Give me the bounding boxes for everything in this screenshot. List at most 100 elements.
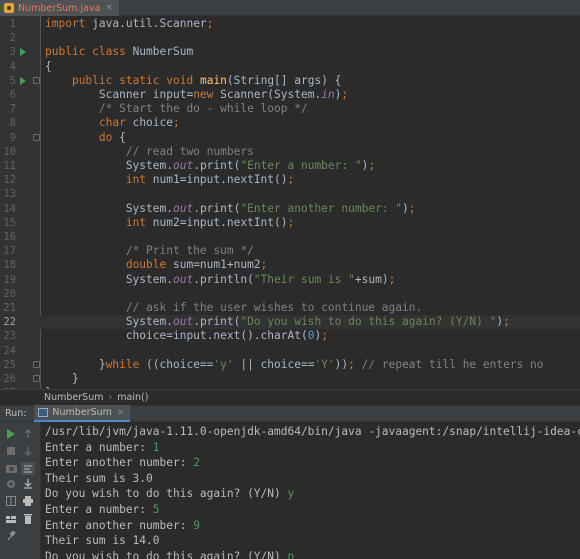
scroll-to-end-icon[interactable] xyxy=(22,478,34,490)
console-user-input: 1 xyxy=(152,440,160,454)
code-token: // ask if the user wishes to continue ag… xyxy=(125,301,423,314)
code-line[interactable]: 15 int num2=input.nextInt(); xyxy=(0,216,580,230)
code-token: // repeat till he enters no xyxy=(361,357,544,371)
code-token: ((choice== xyxy=(139,357,214,371)
console-output[interactable]: /usr/lib/jvm/java-1.11.0-openjdk-amd64/b… xyxy=(42,422,580,559)
code-line[interactable]: 8 char choice; xyxy=(0,116,580,130)
clear-icon[interactable] xyxy=(22,513,34,525)
code-line[interactable]: 1 import java.util.Scanner; xyxy=(0,17,580,31)
code-token: System. xyxy=(45,315,173,329)
line-number: 6 xyxy=(9,89,16,101)
run-gutter-icon[interactable] xyxy=(20,76,26,85)
fold-marker-icon[interactable] xyxy=(33,360,40,368)
code-line[interactable]: 26 } xyxy=(0,372,580,386)
close-run-tab-icon[interactable]: × xyxy=(117,408,125,418)
code-token: .print( xyxy=(193,159,241,172)
line-number: 1 xyxy=(9,18,16,30)
code-editor[interactable]: 1 import java.util.Scanner; 2 3 public class… xyxy=(0,16,580,389)
code-line[interactable]: 12 int num1=input.nextInt(); xyxy=(0,173,580,187)
code-token: ; xyxy=(368,159,376,172)
code-text: }while ((choice=='y' || choice=='Y')); /… xyxy=(45,358,544,372)
stop-icon[interactable] xyxy=(5,445,17,457)
code-token: int xyxy=(125,215,147,229)
pin-icon[interactable] xyxy=(5,530,17,542)
code-token: sum=num1+num2 xyxy=(166,258,261,272)
breadcrumb-method[interactable]: main() xyxy=(117,392,148,403)
code-text: // ask if the user wishes to continue ag… xyxy=(45,301,422,315)
code-token: new xyxy=(193,88,214,101)
rerun-icon[interactable] xyxy=(5,428,17,440)
code-token: "Enter a number: " xyxy=(240,159,362,172)
code-line[interactable]: 25 }while ((choice=='y' || choice=='Y'))… xyxy=(0,358,580,372)
run-label: Run: xyxy=(5,408,27,419)
code-line[interactable]: 13 xyxy=(0,187,580,201)
code-line[interactable]: 7 /* Start the do - while loop */ xyxy=(0,102,580,116)
code-line[interactable]: 3 public class NumberSum xyxy=(0,45,580,59)
close-tab-icon[interactable]: × xyxy=(105,3,113,13)
code-text: char choice; xyxy=(45,116,180,130)
code-line[interactable]: 22 System.out.print("Do you wish to do t… xyxy=(0,315,580,330)
fold-marker-icon[interactable] xyxy=(33,133,40,141)
console-line: Do you wish to do this again? (Y/N) y xyxy=(45,486,294,502)
console-text: Their sum is 14.0 xyxy=(45,534,160,548)
console-line: Enter another number: 9 xyxy=(45,518,200,534)
console-line: Do you wish to do this again? (Y/N) n xyxy=(45,549,294,559)
camera-icon[interactable] xyxy=(5,462,17,474)
file-tab-title: NumberSum.java xyxy=(18,2,101,14)
code-line[interactable]: 2 xyxy=(0,31,580,45)
line-number: 3 xyxy=(9,46,16,59)
line-number: 9 xyxy=(9,131,16,144)
code-line[interactable]: 24 xyxy=(0,344,580,358)
code-line[interactable]: 17 /* Print the sum */ xyxy=(0,244,580,258)
code-token: 'Y' xyxy=(314,357,335,371)
line-number: 20 xyxy=(3,287,16,300)
run-gutter-icon[interactable] xyxy=(20,48,26,57)
code-token: "Do you wish to do this again? (Y/N) " xyxy=(240,315,497,329)
code-token: main xyxy=(199,73,227,87)
code-token: ; xyxy=(341,88,349,101)
code-line[interactable]: 19 System.out.println("Their sum is "+su… xyxy=(0,273,580,287)
scroll-up-icon[interactable] xyxy=(22,428,34,440)
code-token: Scanner(System. xyxy=(213,88,322,101)
code-token: .println( xyxy=(193,272,254,286)
code-text: // read two numbers xyxy=(45,145,254,159)
code-token: .print( xyxy=(193,315,241,329)
code-line[interactable]: 21 // ask if the user wishes to continue… xyxy=(0,301,580,315)
file-tab[interactable]: NumberSum.java × xyxy=(0,0,119,16)
run-tab[interactable]: NumberSum × xyxy=(34,405,131,422)
restore-layout-icon[interactable] xyxy=(5,495,17,507)
code-line[interactable]: 4{ xyxy=(0,60,580,74)
code-line[interactable]: 6 Scanner input=new Scanner(System.in); xyxy=(0,88,580,102)
code-line[interactable]: 18 double sum=num1+num2; xyxy=(0,258,580,272)
layout-icon[interactable] xyxy=(5,513,17,525)
console-user-input: y xyxy=(287,487,295,501)
scroll-down-icon[interactable] xyxy=(22,445,34,457)
breadcrumb-class[interactable]: NumberSum xyxy=(44,392,103,403)
print-icon[interactable] xyxy=(22,495,34,507)
code-token: +sum) xyxy=(354,272,389,286)
fold-marker-icon[interactable] xyxy=(33,375,40,382)
code-line[interactable]: 11 System.out.print("Enter a number: "); xyxy=(0,159,580,173)
console-text: /usr/lib/jvm/java-1.11.0-openjdk-amd64/b… xyxy=(45,425,580,438)
console-text: Do you wish to do this again? (Y/N) xyxy=(45,487,288,501)
code-line[interactable]: 9 do { xyxy=(0,131,580,145)
line-number: 2 xyxy=(9,32,16,45)
code-text: System.out.print("Enter another number: … xyxy=(45,202,416,216)
code-text: System.out.print("Enter a number: "); xyxy=(45,159,375,173)
code-line[interactable]: 14 System.out.print("Enter another numbe… xyxy=(0,202,580,216)
code-line[interactable]: 5 public static void main(String[] args)… xyxy=(0,74,580,88)
code-token: choice xyxy=(125,116,173,130)
line-number: 12 xyxy=(3,174,16,187)
settings-icon[interactable] xyxy=(5,478,17,490)
code-token: (String[] args) { xyxy=(226,73,342,87)
code-line[interactable]: 16 xyxy=(0,230,580,244)
code-line[interactable]: 23 choice=input.next().charAt(0); xyxy=(0,329,580,343)
fold-marker-icon[interactable] xyxy=(33,76,40,84)
console-text: Their sum is 3.0 xyxy=(45,471,153,485)
soft-wrap-icon[interactable] xyxy=(21,462,35,475)
code-line[interactable]: 20 xyxy=(0,287,580,301)
code-line[interactable]: 10 // read two numbers xyxy=(0,145,580,159)
